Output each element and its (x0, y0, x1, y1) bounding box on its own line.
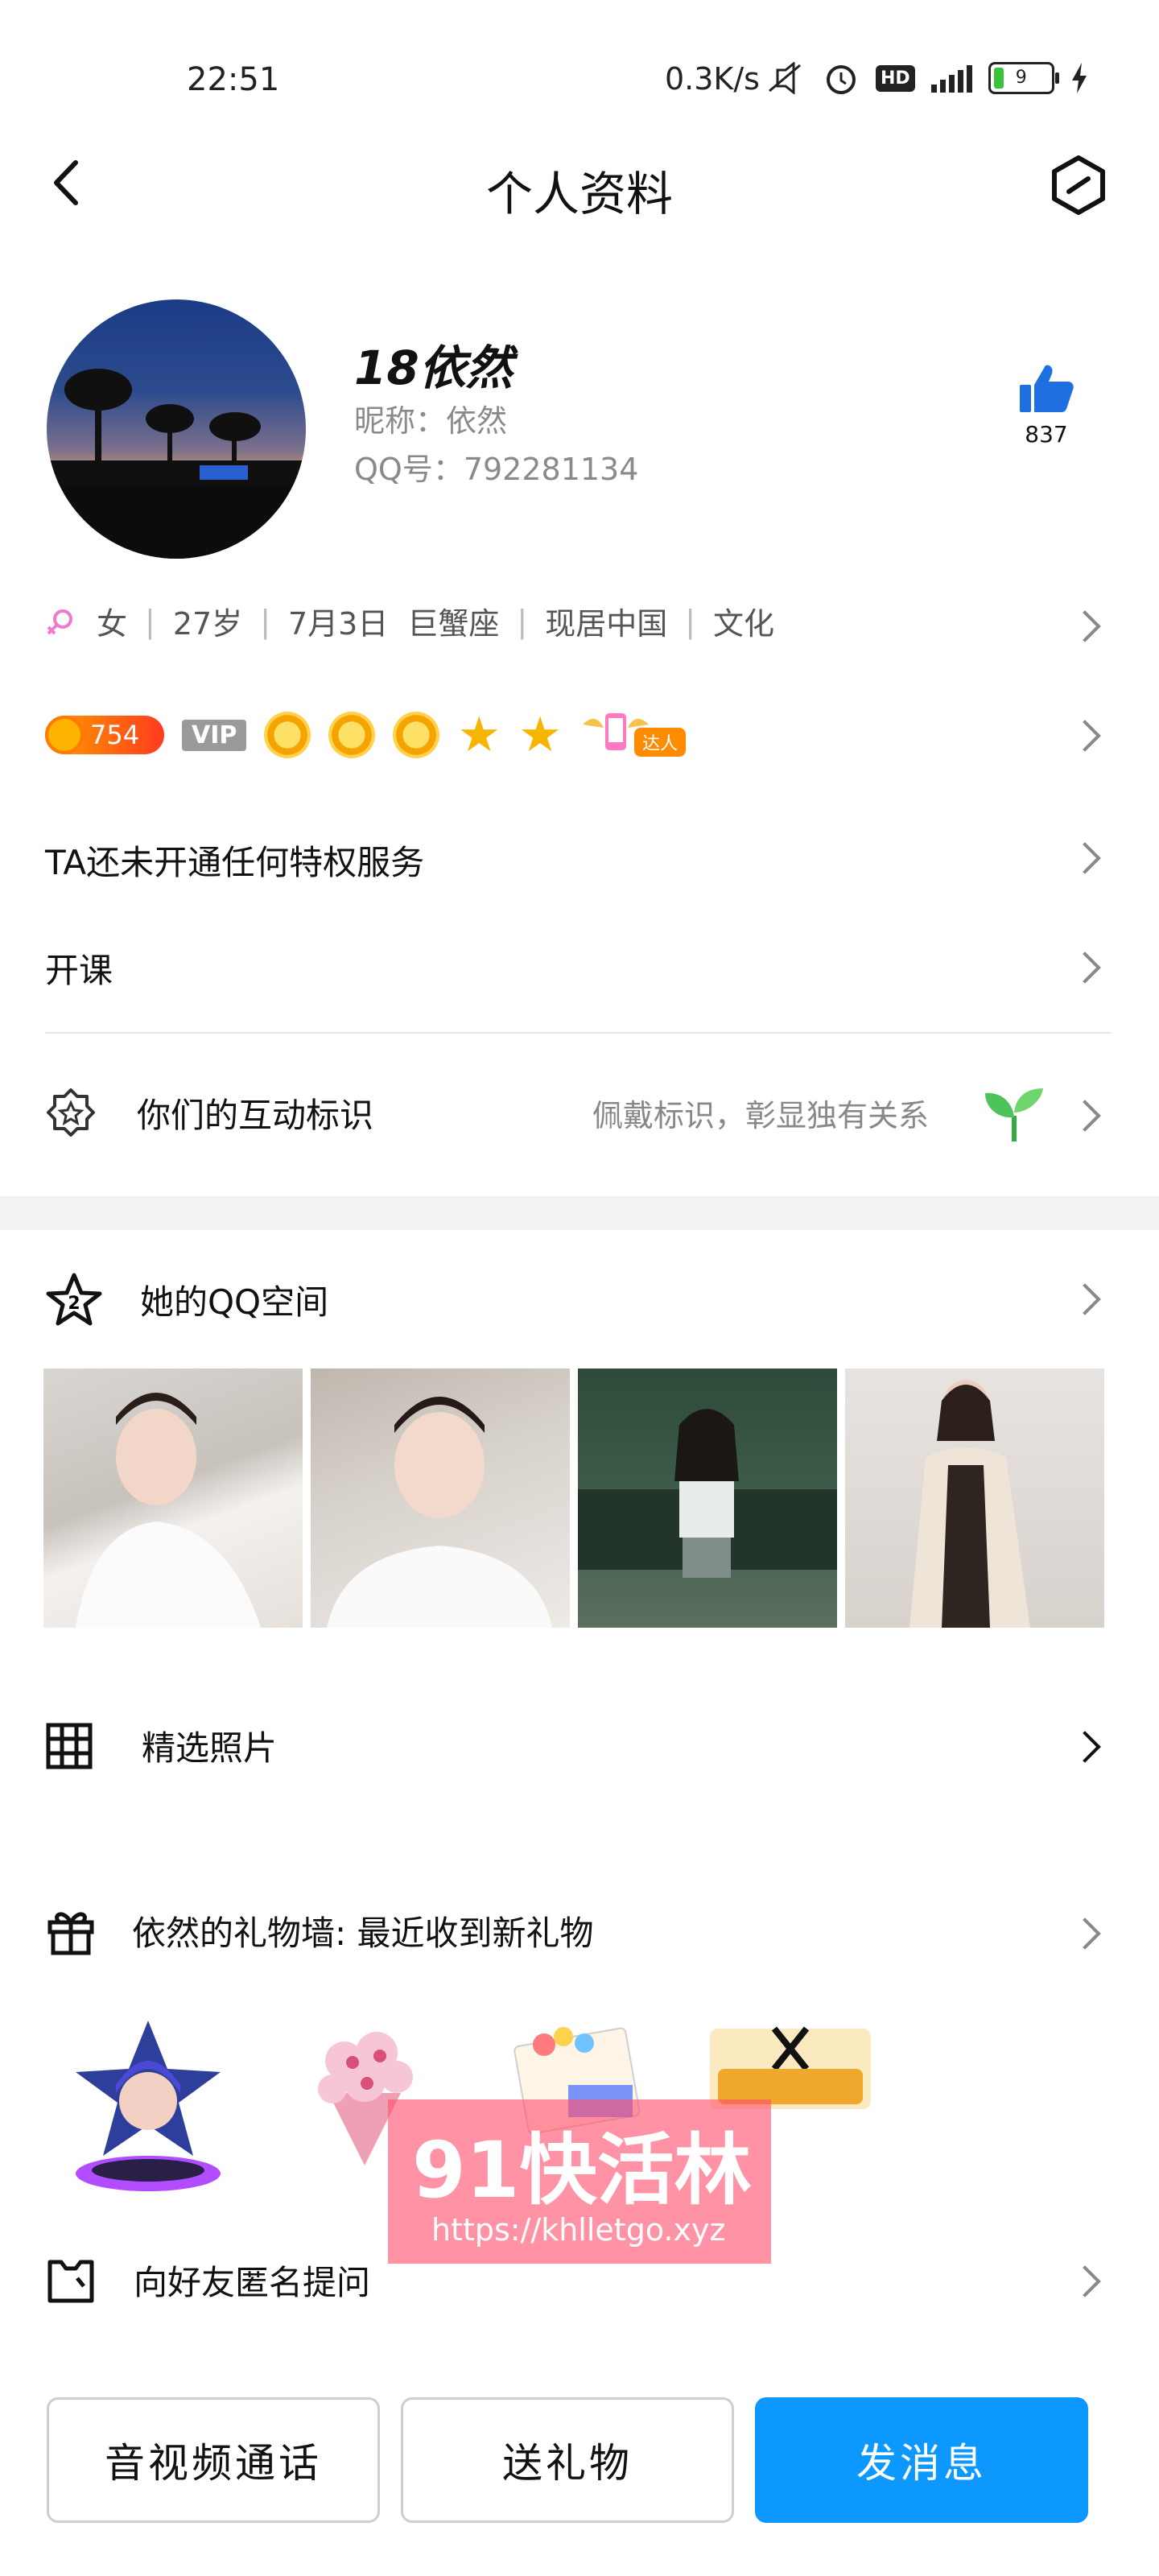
interaction-row[interactable]: 你们的互动标识 佩戴标识，彰显独有关系 (45, 1087, 1116, 1141)
gift-icon (47, 1912, 94, 1955)
profile-name: 18依然 (354, 341, 513, 395)
info-job: 文化 (713, 606, 775, 642)
featured-photos-label: 精选照片 (142, 1728, 278, 1768)
page-title: 个人资料 (485, 167, 673, 221)
qzone-photo[interactable] (845, 1368, 1104, 1628)
send-gift-button[interactable]: 送礼物 (401, 2397, 734, 2523)
daren-label: 达人 (633, 728, 686, 757)
photo-figure (76, 1393, 261, 1628)
badge-star-icon (47, 1088, 95, 1137)
profile-qq-number: QQ号：792281134 (354, 452, 639, 487)
qzone-star-icon: 2 (46, 1273, 102, 1326)
female-icon (47, 609, 72, 634)
qzone-label: 她的QQ空间 (140, 1282, 329, 1322)
photo-figure (909, 1380, 1030, 1628)
interaction-hint: 佩戴标识，彰显独有关系 (592, 1097, 930, 1133)
video-call-button[interactable]: 音视频通话 (47, 2397, 380, 2523)
qzone-row[interactable]: 2 她的QQ空间 (45, 1272, 1116, 1327)
mask-bag-icon (47, 2260, 94, 2303)
info-age: 27岁 (172, 606, 243, 642)
watermark-brand: 91快活林 (412, 2125, 752, 2215)
star-level-icon: ★ (457, 707, 501, 763)
svg-text:2: 2 (68, 1294, 80, 1314)
info-zodiac: 巨蟹座 (407, 606, 500, 642)
photo-figure (327, 1397, 552, 1628)
avatar[interactable] (47, 299, 306, 559)
basic-info-row[interactable]: 女 | 27岁 | 7月3日 巨蟹座 | 现居中国 | 文化 (45, 599, 774, 643)
alarm-icon (827, 65, 856, 94)
send-message-button[interactable]: 发消息 (755, 2397, 1088, 2523)
anon-question-label: 向好友匿名提问 (134, 2262, 371, 2302)
qzone-photo[interactable] (311, 1368, 570, 1628)
status-icons: HD 9 (765, 60, 1088, 97)
interaction-label: 你们的互动标识 (137, 1095, 374, 1135)
watermark-overlay: 91快活林 https://khlletgo.xyz (388, 2099, 771, 2264)
gift-wall-label: 依然的礼物墙: 最近收到新礼物 (132, 1913, 594, 1953)
mute-icon (769, 62, 801, 94)
star-level-icon: ★ (518, 707, 562, 763)
watermark-url: https://khlletgo.xyz (431, 2212, 726, 2248)
thumbs-up-icon (1020, 365, 1074, 412)
qzone-photo[interactable] (578, 1368, 837, 1628)
coin-count: 754 (90, 720, 140, 750)
section-gap (0, 1196, 1159, 1230)
chevron-right-icon (1069, 610, 1101, 642)
sprout-icon (985, 1088, 1043, 1141)
anon-question-row[interactable]: 向好友匿名提问 (45, 2254, 1116, 2306)
top-bar: 个人资料 (0, 145, 1159, 225)
sun-level-icon (393, 712, 440, 758)
status-time: 22:51 (187, 61, 280, 98)
info-birthday: 7月3日 (288, 606, 389, 642)
gift-item-anime-figure[interactable] (68, 2013, 237, 2198)
chevron-right-icon (1069, 720, 1101, 752)
privilege-row[interactable]: TA还未开通任何特权服务 (45, 836, 1116, 885)
like-button[interactable]: 837 (1014, 362, 1079, 448)
sun-level-icon (328, 712, 376, 758)
level-badges[interactable]: 754 VIP ★ ★ 达人 (45, 708, 686, 762)
gift-wall-row[interactable]: 依然的礼物墙: 最近收到新礼物 (45, 1905, 1116, 1956)
charging-icon (1071, 63, 1087, 93)
hd-icon: HD (876, 64, 915, 92)
info-gender: 女 (97, 606, 128, 642)
privilege-label: TA还未开通任何特权服务 (45, 843, 425, 882)
sun-level-icon (264, 712, 311, 758)
course-label: 开课 (45, 951, 113, 990)
qzone-photo[interactable] (43, 1368, 303, 1628)
divider (45, 1032, 1111, 1034)
featured-photos-row[interactable]: 精选照片 (45, 1721, 1116, 1770)
vip-badge: VIP (182, 719, 247, 751)
profile-nickname: 昵称：依然 (354, 403, 508, 439)
battery-icon: 9 (988, 62, 1059, 94)
course-row[interactable]: 开课 (45, 943, 1116, 993)
info-location: 现居中国 (545, 606, 668, 642)
daren-badge: 达人 (580, 708, 686, 762)
coin-badge: 754 (45, 716, 164, 754)
grid-icon (46, 1723, 93, 1769)
photo-figure (578, 1409, 837, 1578)
status-speed: 0.3K/s (665, 61, 760, 97)
status-bar: 22:51 0.3K/s HD 9 (0, 56, 1159, 105)
settings-hexagon-icon[interactable] (1046, 153, 1111, 217)
signal-icon (930, 64, 972, 93)
like-count: 837 (1025, 421, 1068, 448)
avatar-image (47, 369, 306, 559)
